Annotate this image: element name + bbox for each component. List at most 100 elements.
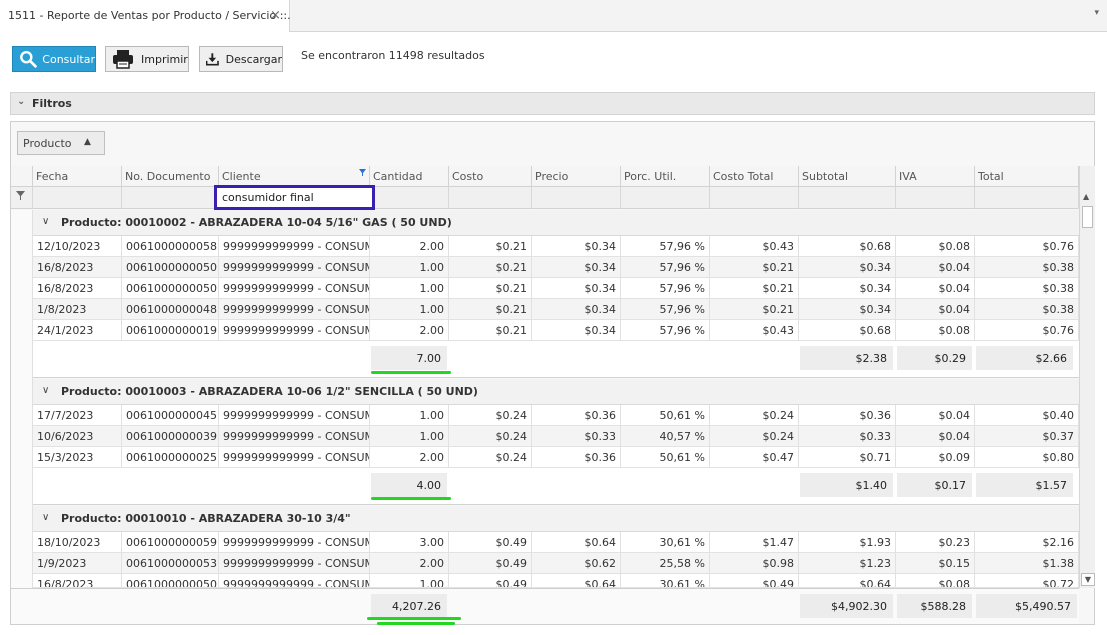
cell-iva[interactable]: $0.04 — [896, 278, 975, 299]
col-porc-util[interactable]: Porc. Util. — [621, 166, 710, 187]
cell-cliente[interactable]: 9999999999999 - CONSUM... — [219, 532, 370, 553]
col-costo[interactable]: Costo — [449, 166, 532, 187]
cell-precio[interactable]: $0.64 — [532, 574, 621, 587]
cell-costo-total[interactable]: $0.47 — [710, 447, 799, 468]
cell-precio[interactable]: $0.64 — [532, 532, 621, 553]
cell-subtotal[interactable]: $1.23 — [799, 553, 896, 574]
cell-cantidad[interactable]: 1.00 — [370, 426, 449, 447]
cell-costo[interactable]: $0.49 — [449, 574, 532, 587]
cell-cliente[interactable]: 9999999999999 - CONSUM... — [219, 574, 370, 587]
cell-costo[interactable]: $0.49 — [449, 553, 532, 574]
cell-porc-util[interactable]: 57,96 % — [621, 236, 710, 257]
cell-costo-total[interactable]: $0.43 — [710, 236, 799, 257]
scroll-up-icon[interactable]: ▲ — [1083, 192, 1089, 201]
chevron-down-icon[interactable]: ▾ — [1094, 8, 1099, 18]
cell-porc-util[interactable]: 30,61 % — [621, 574, 710, 587]
cell-porc-util[interactable]: 57,96 % — [621, 299, 710, 320]
cell-iva[interactable]: $0.04 — [896, 257, 975, 278]
cell-cantidad[interactable]: 2.00 — [370, 320, 449, 341]
chevron-down-icon[interactable]: ∨ — [42, 512, 49, 523]
cell-subtotal[interactable]: $0.71 — [799, 447, 896, 468]
table-row[interactable]: 1/8/2023 0061000000048... 9999999999999 - … — [33, 299, 1079, 320]
cell-cantidad[interactable]: 1.00 — [370, 299, 449, 320]
cell-porc-util[interactable]: 50,61 % — [621, 447, 710, 468]
cell-precio[interactable]: $0.34 — [532, 299, 621, 320]
cell-fecha[interactable]: 10/6/2023 — [33, 426, 122, 447]
cell-documento[interactable]: 0061000000059... — [122, 532, 219, 553]
cell-costo-total[interactable]: $0.21 — [710, 257, 799, 278]
consultar-button[interactable]: Consultar — [12, 46, 96, 72]
cell-documento[interactable]: 0061000000048... — [122, 299, 219, 320]
cell-costo-total[interactable]: $1.47 — [710, 532, 799, 553]
table-row[interactable]: 15/3/2023 0061000000025... 9999999999999 -… — [33, 447, 1079, 468]
cell-subtotal[interactable]: $0.68 — [799, 236, 896, 257]
cell-fecha[interactable]: 12/10/2023 — [33, 236, 122, 257]
cell-iva[interactable]: $0.15 — [896, 553, 975, 574]
group-row[interactable]: ∨ Producto: 00010010 - ABRAZADERA 30-10 … — [33, 506, 1079, 532]
cell-porc-util[interactable]: 30,61 % — [621, 532, 710, 553]
sort-asc-icon[interactable]: ▲ — [84, 137, 91, 147]
table-row[interactable]: 10/6/2023 0061000000039... 9999999999999 -… — [33, 426, 1079, 447]
cell-total[interactable]: $0.80 — [975, 447, 1079, 468]
cell-total[interactable]: $0.38 — [975, 257, 1079, 278]
cell-iva[interactable]: $0.23 — [896, 532, 975, 553]
cell-cliente[interactable]: 9999999999999 - CONSUM... — [219, 320, 370, 341]
cell-costo-total[interactable]: $0.24 — [710, 426, 799, 447]
scroll-down-icon[interactable]: ▼ — [1081, 573, 1095, 586]
col-cliente[interactable]: Cliente — [219, 166, 370, 187]
cell-documento[interactable]: 0061000000050... — [122, 574, 219, 587]
col-fecha[interactable]: Fecha — [33, 166, 122, 187]
table-row[interactable]: 18/10/2023 0061000000059... 9999999999999 … — [33, 532, 1079, 553]
table-row[interactable]: 16/8/2023 0061000000050... 9999999999999 -… — [33, 257, 1079, 278]
cell-fecha[interactable]: 16/8/2023 — [33, 278, 122, 299]
cell-documento[interactable]: 0061000000019... — [122, 320, 219, 341]
col-cantidad[interactable]: Cantidad — [370, 166, 449, 187]
cell-documento[interactable]: 0061000000050... — [122, 257, 219, 278]
col-iva[interactable]: IVA — [896, 166, 975, 187]
cell-costo-total[interactable]: $0.21 — [710, 278, 799, 299]
cell-precio[interactable]: $0.33 — [532, 426, 621, 447]
cell-iva[interactable]: $0.04 — [896, 405, 975, 426]
cell-subtotal[interactable]: $0.68 — [799, 320, 896, 341]
cell-cliente[interactable]: 9999999999999 - CONSUM... — [219, 553, 370, 574]
filter-cell-fecha[interactable] — [33, 187, 122, 209]
table-row[interactable]: 12/10/2023 0061000000058... 9999999999999 … — [33, 236, 1079, 257]
group-by-producto[interactable]: Producto ▲ — [17, 131, 105, 155]
cell-cliente[interactable]: 9999999999999 - CONSUM... — [219, 405, 370, 426]
cell-cantidad[interactable]: 2.00 — [370, 553, 449, 574]
cell-porc-util[interactable]: 57,96 % — [621, 278, 710, 299]
cell-costo[interactable]: $0.24 — [449, 405, 532, 426]
cell-precio[interactable]: $0.34 — [532, 236, 621, 257]
filter-active-icon[interactable] — [359, 169, 366, 176]
cell-cantidad[interactable]: 1.00 — [370, 257, 449, 278]
group-row[interactable]: ∨ Producto: 00010003 - ABRAZADERA 10-06 … — [33, 379, 1079, 405]
cell-subtotal[interactable]: $0.36 — [799, 405, 896, 426]
cell-fecha[interactable]: 17/7/2023 — [33, 405, 122, 426]
cell-iva[interactable]: $0.08 — [896, 574, 975, 587]
cell-costo[interactable]: $0.24 — [449, 447, 532, 468]
col-subtotal[interactable]: Subtotal — [799, 166, 896, 187]
cell-total[interactable]: $1.38 — [975, 553, 1079, 574]
cell-cliente[interactable]: 9999999999999 - CONSUM... — [219, 299, 370, 320]
cell-costo[interactable]: $0.21 — [449, 236, 532, 257]
cell-total[interactable]: $0.72 — [975, 574, 1079, 587]
table-row[interactable]: 16/8/2023 0061000000050... 9999999999999 -… — [33, 278, 1079, 299]
scrollbar-thumb[interactable] — [1082, 206, 1093, 228]
filtros-section[interactable]: ⌄ Filtros — [10, 92, 1095, 115]
cell-cantidad[interactable]: 2.00 — [370, 447, 449, 468]
chevron-down-icon[interactable]: ∨ — [42, 385, 49, 396]
table-row[interactable]: 1/9/2023 0061000000053... 9999999999999 - … — [33, 553, 1079, 574]
cell-cantidad[interactable]: 1.00 — [370, 405, 449, 426]
cell-iva[interactable]: $0.04 — [896, 426, 975, 447]
cell-iva[interactable]: $0.08 — [896, 236, 975, 257]
cell-cantidad[interactable]: 2.00 — [370, 236, 449, 257]
cell-costo[interactable]: $0.21 — [449, 278, 532, 299]
cell-porc-util[interactable]: 57,96 % — [621, 320, 710, 341]
cell-fecha[interactable]: 16/8/2023 — [33, 257, 122, 278]
cell-subtotal[interactable]: $1.93 — [799, 532, 896, 553]
cell-cantidad[interactable]: 3.00 — [370, 532, 449, 553]
filter-cell-documento[interactable] — [122, 187, 219, 209]
filter-cell-total[interactable] — [975, 187, 1079, 209]
cell-precio[interactable]: $0.34 — [532, 320, 621, 341]
cell-total[interactable]: $0.38 — [975, 278, 1079, 299]
